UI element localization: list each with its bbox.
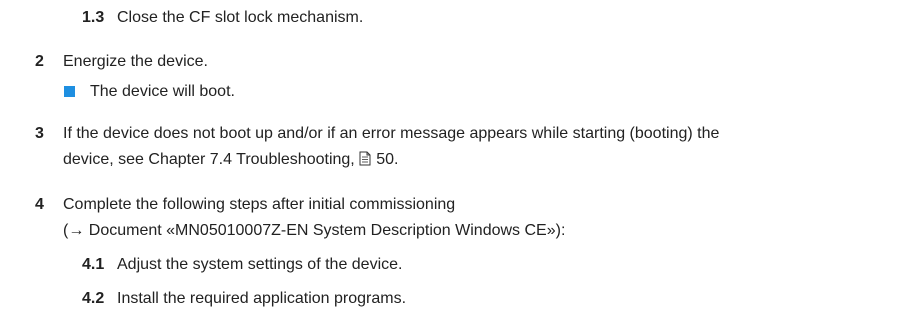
step-text: Install the required application program… (117, 290, 407, 307)
document-page-icon (359, 151, 371, 166)
step-text: Close the CF slot lock mechanism. (117, 9, 364, 26)
step-text-line-1: If the device does not boot up and/or if… (63, 125, 720, 142)
blue-square-bullet-icon (64, 86, 75, 97)
step-number: 2 (35, 53, 44, 70)
step-number: 3 (35, 125, 44, 142)
step-number: 1.3 (82, 9, 105, 26)
document-reference: (→ Document «MN05010007Z-EN System Descr… (63, 222, 566, 239)
step-text-line-1: Complete the following steps after initi… (63, 196, 456, 213)
page-reference: 50. (376, 151, 399, 168)
step-number: 4 (35, 196, 44, 213)
step-text: Adjust the system settings of the device… (117, 256, 403, 273)
step-number: 4.2 (82, 290, 105, 307)
step-text-prefix: device, see Chapter 7.4 Troubleshooting, (63, 151, 360, 168)
step-text-line-2: device, see Chapter 7.4 Troubleshooting,… (63, 150, 398, 170)
result-text: The device will boot. (90, 83, 235, 100)
step-text: Energize the device. (63, 53, 208, 70)
step-number: 4.1 (82, 256, 105, 273)
